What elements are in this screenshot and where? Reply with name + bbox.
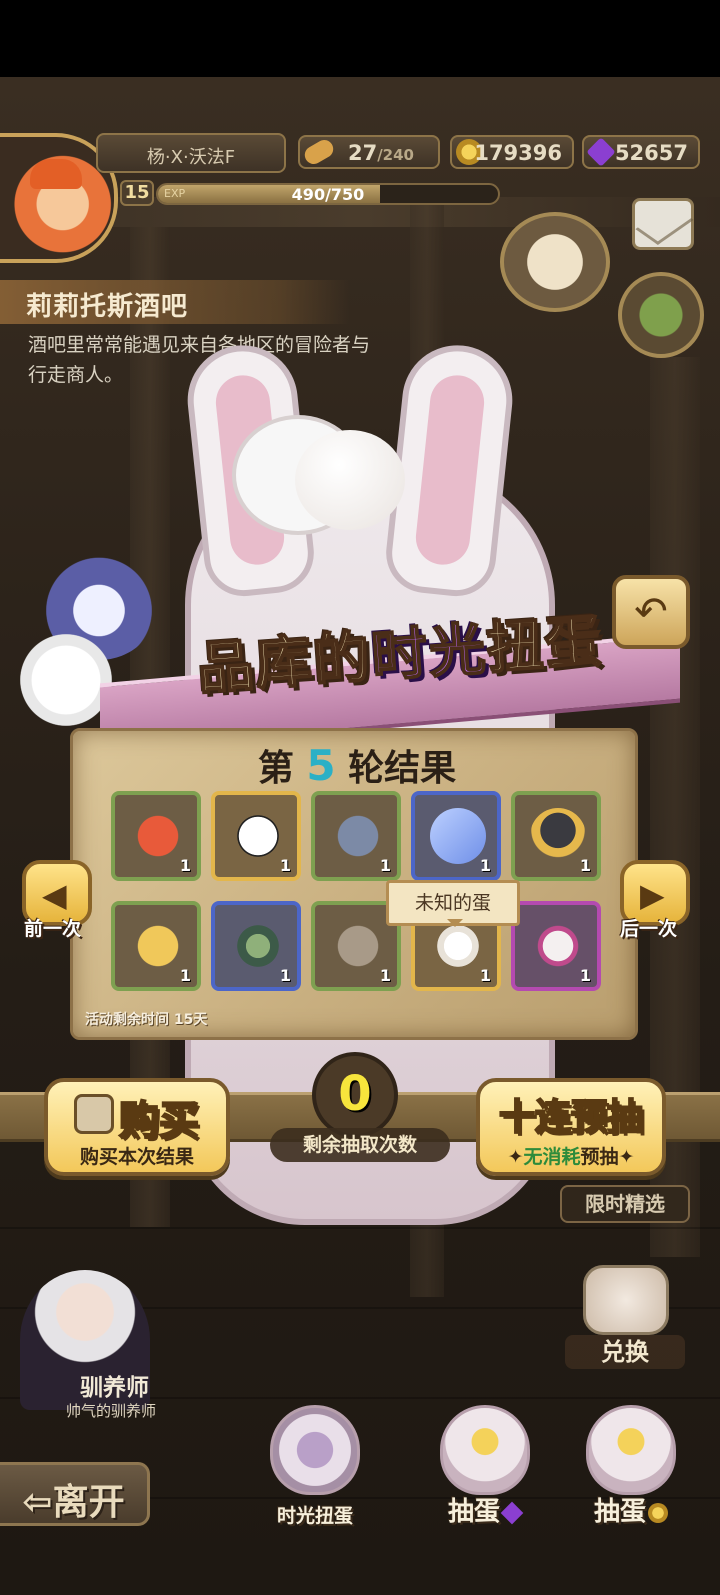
golden-egg-icon xyxy=(130,918,186,974)
purple-gem-icon xyxy=(500,1501,524,1524)
buy-subtitle: 购买本次结果 xyxy=(79,1146,194,1168)
result-slot[interactable]: 1 xyxy=(311,791,401,881)
draws-remaining-label: 剩余抽取次数 xyxy=(270,1128,450,1162)
gem-gacha-label: 抽蛋 xyxy=(420,1491,550,1528)
helmet-icon xyxy=(330,918,386,974)
banner-title-part1: 品库的 xyxy=(195,624,375,703)
item-count: 1 xyxy=(579,856,591,875)
stamina-value: 27 xyxy=(347,141,378,165)
exp-bar: EXP 490/750 xyxy=(156,183,500,205)
ten-preview-button[interactable]: 十连预抽 ✦无消耗预抽✦ xyxy=(476,1078,666,1176)
player-name-bar: 杨·X·沃法F xyxy=(96,133,286,173)
next-label: 后一次 xyxy=(620,918,678,940)
gold-counter[interactable]: 179396 xyxy=(450,135,574,169)
item-count: 1 xyxy=(379,856,391,875)
exchange-button[interactable]: 兑换 xyxy=(565,1265,685,1375)
ghost-bow-icon xyxy=(530,918,586,974)
banner-title-highlight: 时光 xyxy=(368,616,490,691)
banner-title-part2: 扭蛋 xyxy=(484,608,606,683)
item-tooltip: 未知的蛋 xyxy=(386,880,520,927)
results-panel: 第 5 轮结果 1 1 1 1 1 1 1 1 1 1 活动剩余时间 15天 xyxy=(70,728,638,1040)
leave-button[interactable]: ⇦离开 xyxy=(0,1462,150,1526)
gem-gacha-egg-icon xyxy=(440,1405,530,1495)
event-time-left: 活动剩余时间 15天 xyxy=(85,1012,208,1028)
quest-scroll-icon[interactable] xyxy=(500,212,610,312)
result-slot[interactable]: 1 xyxy=(211,791,301,881)
time-gacha-icon xyxy=(270,1405,360,1495)
skull-icon xyxy=(230,808,286,864)
gold-gacha-egg-icon xyxy=(586,1405,676,1495)
ten-preview-title: 十连预抽 xyxy=(498,1096,644,1139)
item-count: 1 xyxy=(279,856,291,875)
gold-gacha-label: 抽蛋 xyxy=(566,1491,696,1528)
crab-icon xyxy=(130,808,186,864)
backpack-icon[interactable] xyxy=(618,272,704,358)
item-count: 1 xyxy=(479,966,491,985)
stamina-counter[interactable]: 27/240 xyxy=(298,135,440,169)
prev-label: 前一次 xyxy=(24,918,82,940)
preview-free-tag: 无消耗 xyxy=(523,1146,581,1168)
item-count: 1 xyxy=(379,966,391,985)
result-slot[interactable]: 1 xyxy=(111,791,201,881)
return-icon: ↶ xyxy=(634,589,668,635)
gem-gacha-button[interactable]: 抽蛋 xyxy=(420,1395,550,1530)
npc-name: 驯养师 xyxy=(80,1375,149,1401)
limited-selection-button[interactable]: 限时精选 xyxy=(560,1185,690,1223)
player-name: 杨·X·沃法F xyxy=(146,147,236,168)
mascot-face xyxy=(295,430,405,530)
gold-value: 179396 xyxy=(474,141,562,165)
exchange-bag-icon xyxy=(583,1265,669,1335)
item-count: 1 xyxy=(179,856,191,875)
gem-counter[interactable]: 52657 xyxy=(582,135,700,169)
ten-preview-subtitle: ✦无消耗预抽✦ xyxy=(507,1146,635,1168)
mail-icon[interactable] xyxy=(632,198,694,250)
exchange-label: 兑换 xyxy=(565,1335,685,1369)
event-banner: 品库的时光扭蛋 xyxy=(40,608,690,754)
gem-gacha-text: 抽蛋 xyxy=(447,1497,500,1527)
item-count: 1 xyxy=(479,856,491,875)
draws-remaining-counter: 0 xyxy=(312,1052,398,1138)
result-slot[interactable]: 1 xyxy=(511,901,601,991)
npc-title: 帅气的驯养师 xyxy=(66,1402,157,1420)
location-title-bar: 莉莉托斯酒吧 xyxy=(0,280,350,324)
round-title: 第 5 轮结果 xyxy=(73,739,641,791)
gold-gacha-button[interactable]: 抽蛋 xyxy=(566,1395,696,1530)
bread-icon xyxy=(301,136,337,168)
hooded-figure-icon xyxy=(230,918,286,974)
result-slot[interactable]: 1 xyxy=(111,901,201,991)
purple-gem-icon xyxy=(586,137,616,167)
buy-title: 购买 xyxy=(118,1097,200,1145)
shell-icon xyxy=(330,808,386,864)
leave-label: ⇦离开 xyxy=(22,1482,125,1523)
location-title: 莉莉托斯酒吧 xyxy=(26,292,189,322)
gold-coin-icon xyxy=(648,1502,668,1523)
gold-gacha-text: 抽蛋 xyxy=(593,1497,646,1527)
result-slot[interactable]: 1 xyxy=(211,901,301,991)
crystal-icon xyxy=(430,808,486,864)
buy-button[interactable]: 购买 购买本次结果 xyxy=(44,1078,230,1176)
result-slot[interactable]: 1 xyxy=(411,791,501,881)
item-count: 1 xyxy=(579,966,591,985)
exp-text: 490/750 xyxy=(291,185,365,204)
player-level: 15 xyxy=(120,180,154,206)
item-count: 1 xyxy=(179,966,191,985)
preview-sub-rest: 预抽 xyxy=(580,1146,619,1168)
time-gacha-label: 时光扭蛋 xyxy=(276,1505,353,1527)
left-arrow-icon: ◀ xyxy=(42,876,67,914)
right-arrow-icon: ▶ xyxy=(640,876,665,914)
round-suffix: 轮结果 xyxy=(348,748,457,789)
gem-value: 52657 xyxy=(614,141,688,165)
round-prefix: 第 xyxy=(257,748,294,789)
time-gacha-button[interactable]: 时光扭蛋 xyxy=(250,1395,380,1530)
item-count: 1 xyxy=(279,966,291,985)
stamina-max: /240 xyxy=(377,146,414,164)
round-number: 5 xyxy=(306,741,336,790)
return-button[interactable]: ↶ xyxy=(612,575,690,649)
dark-egg-icon xyxy=(530,808,586,864)
result-slot[interactable]: 1 xyxy=(511,791,601,881)
draws-remaining-value: 0 xyxy=(338,1066,372,1122)
